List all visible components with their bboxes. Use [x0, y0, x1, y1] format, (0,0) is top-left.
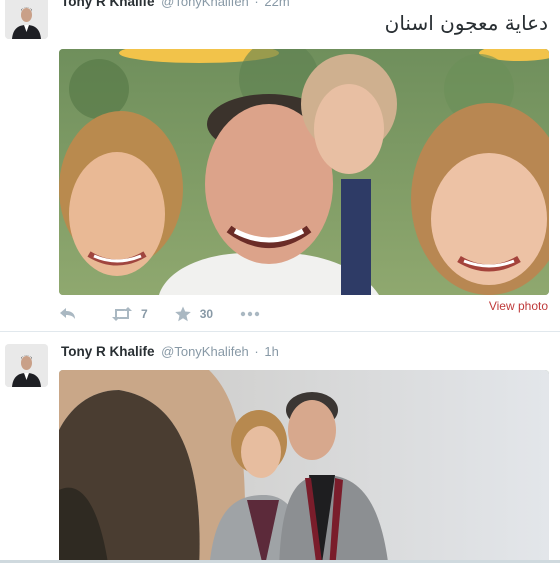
- star-icon: [174, 306, 191, 322]
- couple-photo: [59, 370, 549, 563]
- profile-photo: [5, 344, 48, 387]
- author-name[interactable]: Tony R Khalife: [61, 0, 155, 9]
- more-button[interactable]: [239, 306, 261, 322]
- avatar[interactable]: [5, 344, 48, 387]
- reply-button[interactable]: [59, 306, 77, 322]
- retweet-icon: [112, 307, 132, 321]
- selfie-photo: [59, 49, 549, 295]
- retweet-button[interactable]: 7: [111, 306, 148, 322]
- avatar[interactable]: [5, 0, 48, 39]
- view-photo-link[interactable]: View photo: [489, 299, 548, 313]
- reply-icon: [60, 308, 75, 319]
- tweet-header: Tony R Khalife @TonyKhalifeh · 1h: [61, 344, 279, 360]
- profile-photo: [5, 0, 48, 39]
- timestamp[interactable]: 1h: [264, 344, 278, 359]
- timestamp[interactable]: 22m: [264, 0, 289, 9]
- timeline: Tony R Khalife @TonyKhalifeh · 22m دعاية…: [0, 0, 560, 563]
- favorite-count: 30: [199, 307, 214, 321]
- separator: ·: [254, 0, 259, 9]
- tweet-actions: 7 30: [59, 304, 287, 324]
- favorite-button[interactable]: 30: [174, 306, 213, 322]
- tweet-text: دعاية معجون اسنان: [384, 11, 548, 35]
- more-icon: [240, 311, 260, 317]
- separator: ·: [254, 344, 259, 359]
- author-name[interactable]: Tony R Khalife: [61, 344, 155, 359]
- tweet-photo[interactable]: [59, 49, 549, 295]
- tweet-photo[interactable]: [59, 370, 549, 563]
- author-handle[interactable]: @TonyKhalifeh: [161, 0, 249, 9]
- tweet-header: Tony R Khalife @TonyKhalifeh · 22m: [61, 0, 290, 10]
- tweet[interactable]: Tony R Khalife @TonyKhalifeh · 22m دعاية…: [0, 0, 560, 330]
- tweet[interactable]: Tony R Khalife @TonyKhalifeh · 1h: [0, 331, 560, 563]
- retweet-count: 7: [141, 307, 148, 321]
- author-handle[interactable]: @TonyKhalifeh: [161, 344, 249, 359]
